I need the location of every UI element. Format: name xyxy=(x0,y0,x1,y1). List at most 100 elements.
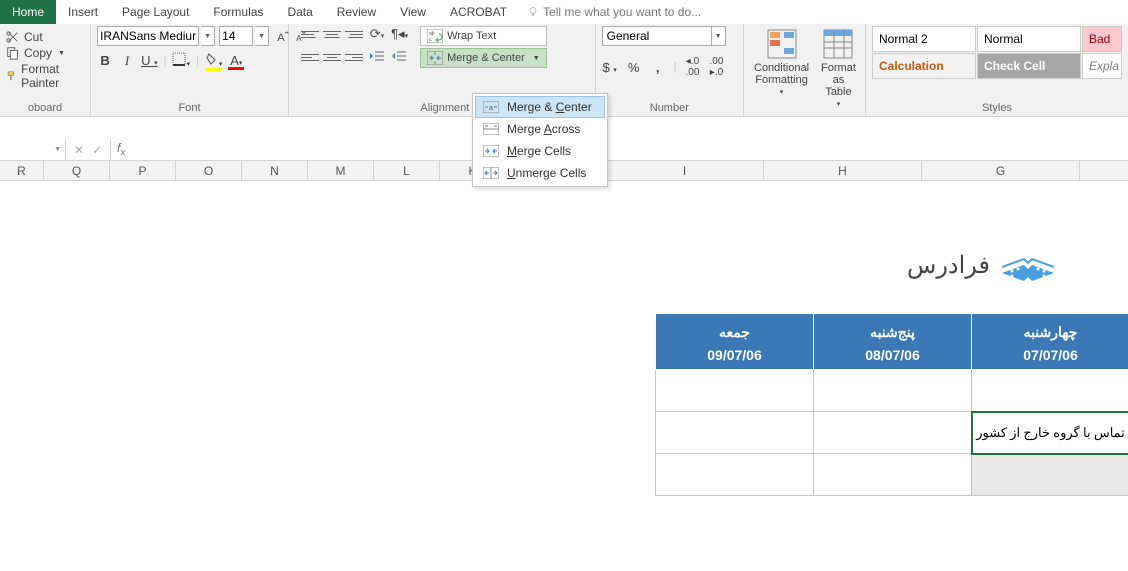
dec-decimal-button[interactable]: .00▸.0 xyxy=(708,56,724,78)
unmerge-icon xyxy=(483,167,499,179)
col-header-I[interactable]: I xyxy=(606,161,764,180)
number-format-select[interactable] xyxy=(602,26,712,46)
font-size-select[interactable] xyxy=(219,26,253,46)
format-painter-button[interactable]: Format Painter xyxy=(6,62,84,90)
col-header-Q[interactable]: Q xyxy=(44,161,110,180)
table-cell[interactable] xyxy=(656,454,814,496)
wrap-label: Wrap Text xyxy=(447,30,496,42)
col-header-R[interactable]: R xyxy=(0,161,44,180)
enter-icon[interactable]: ✓ xyxy=(92,143,102,157)
table-icon xyxy=(822,28,854,60)
font-name-dd[interactable]: ▼ xyxy=(201,26,215,46)
table-cell[interactable] xyxy=(972,370,1128,412)
table-cell[interactable] xyxy=(656,412,814,454)
merge-label: Merge & Center xyxy=(447,52,525,64)
col-header-H[interactable]: H xyxy=(764,161,922,180)
indent-dec-button[interactable] xyxy=(369,50,385,65)
clipboard-group-label: oboard xyxy=(6,102,84,116)
unmerge-cells-item[interactable]: Unmerge Cells xyxy=(475,162,605,184)
merge-center-item[interactable]: a Merge & Center xyxy=(475,96,605,118)
table-cell[interactable] xyxy=(972,454,1128,496)
tab-formulas[interactable]: Formulas xyxy=(201,0,275,24)
col-header-N[interactable]: N xyxy=(242,161,308,180)
cond-fmt-label: Conditional Formatting xyxy=(754,62,809,86)
merge-cells-item[interactable]: Merge Cells xyxy=(475,140,605,162)
style-explanatory[interactable]: Expla xyxy=(1082,53,1122,79)
styles-gallery[interactable]: Normal 2 Normal Bad Calculation Check Ce… xyxy=(872,26,1122,79)
copy-icon xyxy=(6,46,20,60)
tab-insert[interactable]: Insert xyxy=(56,0,110,24)
number-format-dd[interactable]: ▼ xyxy=(712,26,726,46)
merge-center-button[interactable]: Merge & Center ▼ xyxy=(420,48,547,68)
tell-me-search[interactable]: Tell me what you want to do... xyxy=(527,5,701,19)
merge-across-icon xyxy=(483,123,499,135)
tab-view[interactable]: View xyxy=(388,0,438,24)
copy-label: Copy xyxy=(24,46,52,60)
align-left-button[interactable] xyxy=(301,51,319,65)
conditional-formatting-button[interactable]: Conditional Formatting▾ xyxy=(750,26,813,98)
tab-review[interactable]: Review xyxy=(325,0,388,24)
sheet-area[interactable]: فرادرس جمعه09/07/06 پنج‌شنبه08/07/06 چها… xyxy=(0,181,1128,571)
format-as-table-button[interactable]: Format as Table▾ xyxy=(817,26,860,110)
fill-color-button[interactable]: ▾ xyxy=(205,52,223,69)
header-wed: چهارشنبه07/07/06 xyxy=(972,314,1128,370)
wrap-text-button[interactable]: abc Wrap Text xyxy=(420,26,547,46)
style-normal2[interactable]: Normal 2 xyxy=(872,26,976,52)
fx-icon[interactable]: fx xyxy=(111,141,131,158)
indent-inc-button[interactable] xyxy=(391,50,407,65)
merge-across-text: Merge Across xyxy=(507,122,580,136)
style-calculation[interactable]: Calculation xyxy=(872,53,976,79)
comma-button[interactable]: , xyxy=(650,60,666,75)
table-cell[interactable] xyxy=(656,370,814,412)
merge-cells-text: Merge Cells xyxy=(507,144,571,158)
tab-home[interactable]: Home xyxy=(0,0,56,24)
bold-button[interactable]: B xyxy=(97,53,113,68)
table-cell[interactable] xyxy=(814,370,972,412)
col-header-P[interactable]: P xyxy=(110,161,176,180)
align-center-button[interactable] xyxy=(323,51,341,65)
table-cell[interactable] xyxy=(814,454,972,496)
rtl-button[interactable]: ¶◂▾ xyxy=(391,26,408,42)
font-name-select[interactable] xyxy=(97,26,199,46)
style-normal[interactable]: Normal xyxy=(977,26,1081,52)
inc-decimal-button[interactable]: ◂.0.00 xyxy=(684,56,700,78)
col-header-G[interactable]: G xyxy=(922,161,1080,180)
cut-label: Cut xyxy=(24,30,43,44)
font-color-button[interactable]: A▾ xyxy=(228,53,244,68)
style-bad[interactable]: Bad xyxy=(1082,26,1122,52)
align-middle-button[interactable] xyxy=(323,27,341,41)
logo-text: فرادرس xyxy=(907,251,990,280)
tell-me-text: Tell me what you want to do... xyxy=(543,5,701,19)
col-header-O[interactable]: O xyxy=(176,161,242,180)
copy-button[interactable]: Copy▼ xyxy=(6,46,84,60)
merge-across-item[interactable]: Merge Across xyxy=(475,118,605,140)
orientation-button[interactable]: ⟳▾ xyxy=(369,26,385,42)
style-check-cell[interactable]: Check Cell xyxy=(977,53,1081,79)
font-size-dd[interactable]: ▼ xyxy=(255,26,269,46)
underline-button[interactable]: U ▾ xyxy=(141,53,158,68)
tab-data[interactable]: Data xyxy=(275,0,324,24)
merge-cells-icon xyxy=(483,145,499,157)
painter-label: Format Painter xyxy=(21,62,84,90)
align-right-button[interactable] xyxy=(345,51,363,65)
cancel-icon[interactable]: ✕ xyxy=(74,143,84,157)
align-top-button[interactable] xyxy=(301,27,319,41)
name-box[interactable]: ▼ xyxy=(0,139,66,160)
align-bottom-button[interactable] xyxy=(345,27,363,41)
tab-acrobat[interactable]: ACROBAT xyxy=(438,0,519,24)
selected-cell[interactable]: تماس با گروه خارج از کشور xyxy=(972,412,1128,454)
group-clipboard: Cut Copy▼ Format Painter oboard xyxy=(0,24,91,116)
table-cell[interactable] xyxy=(814,412,972,454)
cut-button[interactable]: Cut xyxy=(6,30,84,44)
styles-group-label: Styles xyxy=(872,102,1122,116)
merge-center-text: Merge & Center xyxy=(507,100,592,114)
currency-button[interactable]: $ ▾ xyxy=(602,60,618,75)
tab-page-layout[interactable]: Page Layout xyxy=(110,0,201,24)
group-formatting: Conditional Formatting▾ Format as Table▾ xyxy=(744,24,866,116)
col-header-M[interactable]: M xyxy=(308,161,374,180)
border-button[interactable]: ▾ xyxy=(172,52,190,69)
italic-button[interactable]: I xyxy=(119,53,135,69)
percent-button[interactable]: % xyxy=(626,60,642,75)
col-header-L[interactable]: L xyxy=(374,161,440,180)
scissors-icon xyxy=(6,30,20,44)
